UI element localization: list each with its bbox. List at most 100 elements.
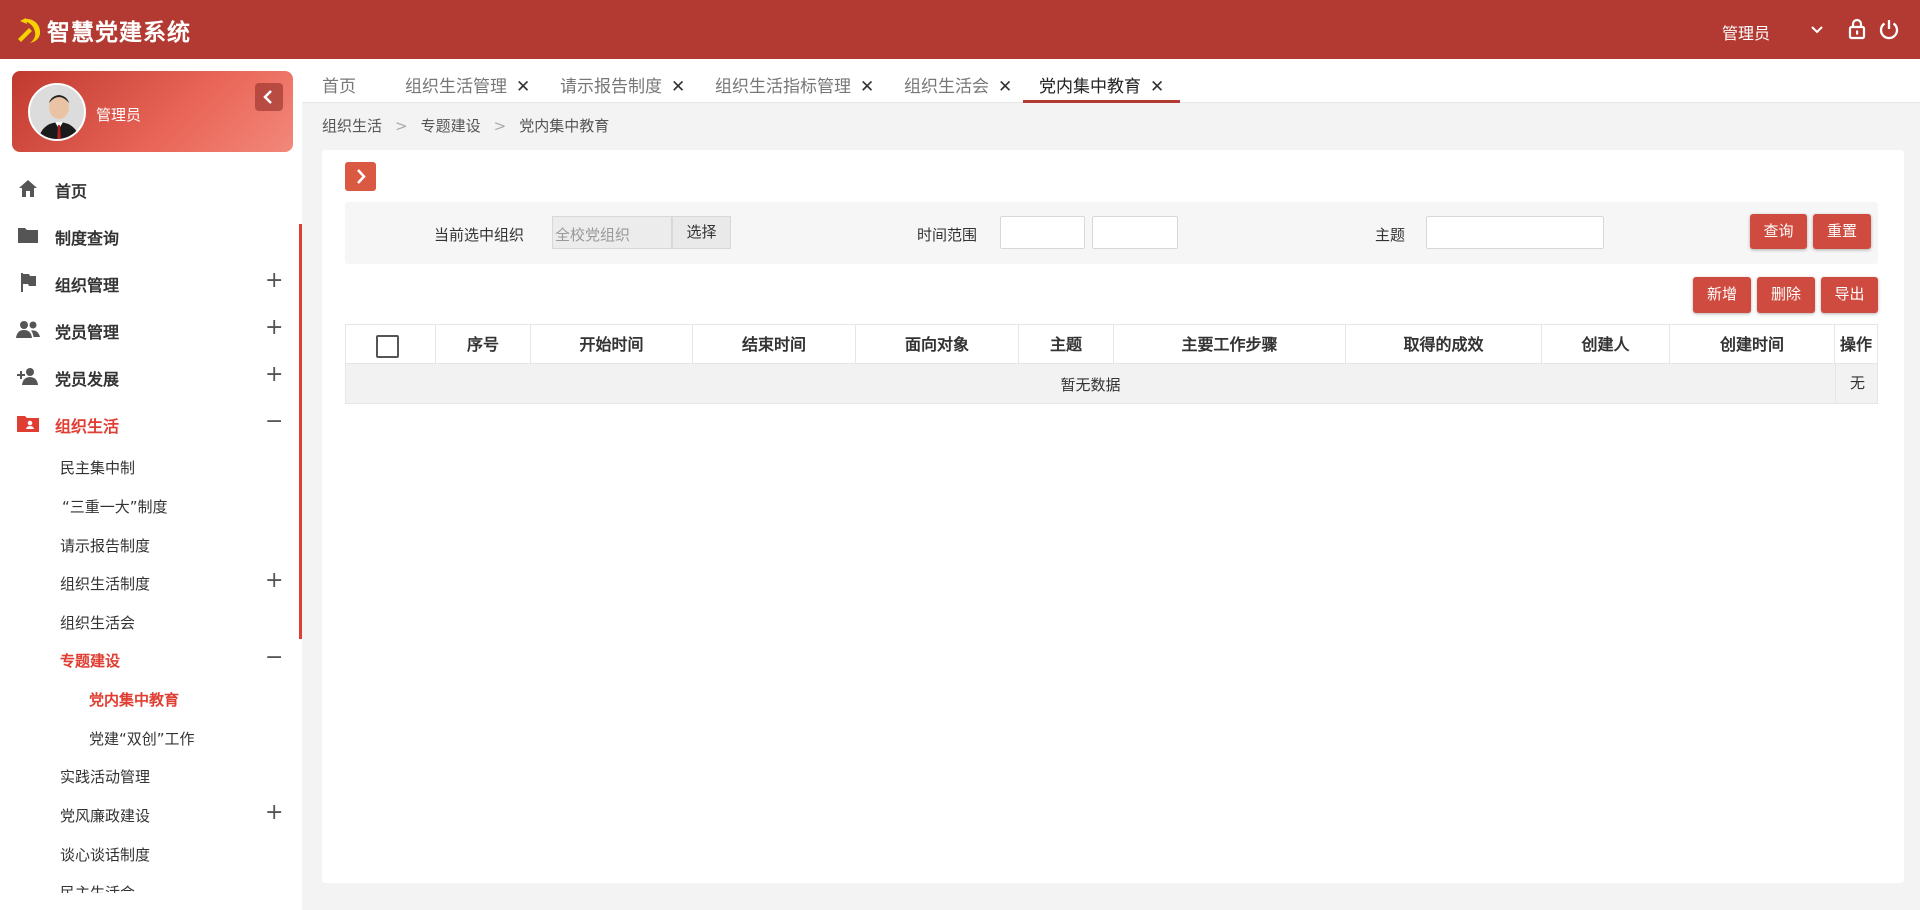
tab-label: 首页 bbox=[322, 77, 356, 97]
profile-card: 管理员 bbox=[12, 71, 293, 152]
column-header[interactable]: 开始时间 bbox=[531, 325, 693, 365]
avatar bbox=[28, 83, 86, 141]
menu-item-member-management[interactable]: 党员管理 + bbox=[0, 307, 294, 351]
submenu-item-heart-to-heart-talk[interactable]: 谈心谈话制度 bbox=[0, 835, 240, 871]
menu-item-org-management[interactable]: 组织管理 + bbox=[0, 260, 294, 304]
submenu-label: 组织生活会 bbox=[60, 614, 136, 632]
toggle-filter-button[interactable] bbox=[345, 162, 376, 191]
people-icon bbox=[16, 321, 40, 338]
submenu-item-org-life-system[interactable]: 组织生活制度 + bbox=[0, 564, 294, 600]
org-label: 当前选中组织 bbox=[434, 226, 525, 244]
submenu-item-double-innovation[interactable]: 党建“双创”工作 bbox=[0, 719, 240, 755]
submenu-label: 请示报告制度 bbox=[60, 537, 151, 555]
breadcrumb-separator: > bbox=[493, 117, 507, 135]
menu-item-home[interactable]: 首页 bbox=[0, 166, 294, 210]
column-header[interactable]: 取得的成效 bbox=[1346, 325, 1542, 365]
delete-button[interactable]: 删除 bbox=[1757, 277, 1815, 313]
theme-label: 主题 bbox=[1375, 226, 1406, 244]
close-icon[interactable]: ✕ bbox=[671, 77, 685, 97]
submenu-item-special-construction[interactable]: 专题建设 − bbox=[0, 641, 294, 677]
breadcrumb-item[interactable]: 专题建设 bbox=[421, 117, 481, 135]
tab-label: 组织生活管理 bbox=[405, 77, 507, 97]
folder-icon bbox=[18, 228, 38, 243]
column-header[interactable]: 主题 bbox=[1019, 325, 1114, 365]
header-select-all-cell bbox=[346, 325, 436, 365]
close-icon[interactable]: ✕ bbox=[1150, 77, 1164, 97]
select-all-checkbox[interactable] bbox=[376, 335, 399, 358]
sidebar-collapse-button[interactable] bbox=[255, 83, 283, 111]
submenu-item-democratic-centralism[interactable]: 民主集中制 bbox=[0, 448, 240, 484]
collapse-minus-icon[interactable]: − bbox=[265, 409, 283, 434]
submenu-item-integrity-construction[interactable]: 党风廉政建设 + bbox=[0, 796, 294, 832]
submenu-label: 谈心谈话制度 bbox=[60, 846, 151, 864]
submenu-item-practice-activities[interactable]: 实践活动管理 bbox=[0, 757, 240, 793]
expand-plus-icon[interactable]: + bbox=[265, 800, 283, 825]
submenu-item-report-system[interactable]: 请示报告制度 bbox=[0, 526, 240, 562]
submenu-label: 组织生活制度 bbox=[60, 575, 151, 593]
menu-item-org-life[interactable]: 组织生活 − bbox=[0, 401, 294, 445]
column-header[interactable]: 序号 bbox=[436, 325, 531, 365]
tab-bar: 首页 组织生活管理 ✕ 请示报告制度 ✕ 组织生活指标管理 ✕ 组织生活会 ✕ 党内集中… bbox=[302, 59, 1920, 103]
submenu-label: 专题建设 bbox=[60, 652, 121, 670]
submenu-item-democratic-life-meeting[interactable]: 民主生活会 bbox=[0, 873, 240, 893]
tab-label: 组织生活会 bbox=[904, 77, 989, 97]
expand-plus-icon[interactable]: + bbox=[265, 268, 283, 293]
tab-label: 党内集中教育 bbox=[1039, 77, 1141, 97]
menu-item-policy-query[interactable]: 制度查询 bbox=[0, 213, 294, 257]
select-org-button[interactable]: 选择 bbox=[672, 216, 731, 249]
chevron-down-icon[interactable] bbox=[1809, 18, 1825, 40]
column-header[interactable]: 面向对象 bbox=[856, 325, 1019, 365]
column-header[interactable]: 创建人 bbox=[1542, 325, 1670, 365]
collapse-minus-icon[interactable]: − bbox=[265, 645, 283, 670]
party-emblem-icon bbox=[18, 18, 41, 43]
empty-text: 暂无数据 bbox=[1060, 376, 1121, 394]
org-input[interactable]: 全校党组织 bbox=[552, 216, 672, 249]
close-icon[interactable]: ✕ bbox=[860, 77, 874, 97]
theme-input[interactable] bbox=[1426, 216, 1604, 249]
time-range-label: 时间范围 bbox=[917, 226, 978, 244]
sidebar-scrollbar[interactable] bbox=[299, 224, 302, 639]
submenu-label: 党内集中教育 bbox=[89, 691, 180, 709]
expand-plus-icon[interactable]: + bbox=[265, 315, 283, 340]
end-date-input[interactable] bbox=[1092, 216, 1178, 249]
submenu-label: 党建“双创”工作 bbox=[89, 730, 195, 748]
column-header[interactable]: 主要工作步骤 bbox=[1114, 325, 1346, 365]
add-person-icon bbox=[17, 368, 38, 385]
menu-label: 党员发展 bbox=[55, 370, 120, 389]
power-icon[interactable] bbox=[1878, 18, 1900, 40]
export-button[interactable]: 导出 bbox=[1821, 277, 1878, 313]
submenu-item-party-education[interactable]: 党内集中教育 bbox=[0, 680, 240, 716]
breadcrumb: 组织生活 > 专题建设 > 党内集中教育 bbox=[322, 115, 609, 136]
submenu-item-three-important-one-large[interactable]: “三重一大”制度 bbox=[0, 487, 240, 523]
search-filter-bar: 当前选中组织 全校党组织 选择 时间范围 主题 查询 重置 bbox=[345, 202, 1878, 264]
tab-org-life-meeting[interactable]: 组织生活会 ✕ bbox=[904, 72, 1012, 103]
header-user-name[interactable]: 管理员 bbox=[1722, 20, 1770, 44]
breadcrumb-separator: > bbox=[395, 117, 408, 135]
reset-button[interactable]: 重置 bbox=[1813, 214, 1871, 249]
tab-org-life-management[interactable]: 组织生活管理 ✕ bbox=[405, 72, 530, 103]
close-icon[interactable]: ✕ bbox=[516, 77, 530, 97]
close-icon[interactable]: ✕ bbox=[998, 77, 1012, 97]
tab-party-education[interactable]: 党内集中教育 ✕ bbox=[1023, 72, 1181, 103]
query-button[interactable]: 查询 bbox=[1750, 214, 1807, 249]
chevron-right-icon bbox=[357, 169, 366, 184]
expand-plus-icon[interactable]: + bbox=[265, 568, 283, 593]
top-header: 智慧党建系统 管理员 bbox=[0, 0, 1920, 59]
menu-item-member-development[interactable]: 党员发展 + bbox=[0, 354, 294, 398]
expand-plus-icon[interactable]: + bbox=[265, 362, 283, 387]
submenu-label: 民主集中制 bbox=[60, 459, 136, 477]
submenu-item-org-life-meeting[interactable]: 组织生活会 bbox=[0, 603, 240, 639]
sidebar: 管理员 首页 制度查询 组织管理 + 党员管理 + 党员发展 + 组织生活 − … bbox=[0, 59, 302, 910]
column-header: 操作 bbox=[1839, 335, 1872, 354]
add-button[interactable]: 新增 bbox=[1693, 277, 1751, 313]
start-date-input[interactable] bbox=[1000, 216, 1085, 249]
lock-icon[interactable] bbox=[1846, 18, 1868, 40]
tab-org-life-indicators[interactable]: 组织生活指标管理 ✕ bbox=[715, 72, 874, 103]
tab-label: 组织生活指标管理 bbox=[715, 77, 851, 97]
column-header[interactable]: 结束时间 bbox=[693, 325, 856, 365]
tab-report-system[interactable]: 请示报告制度 ✕ bbox=[560, 72, 685, 103]
column-header[interactable]: 创建时间 bbox=[1670, 325, 1835, 365]
breadcrumb-item[interactable]: 组织生活 bbox=[322, 117, 382, 135]
tab-home[interactable]: 首页 bbox=[322, 72, 356, 103]
chevron-left-icon bbox=[263, 90, 272, 104]
